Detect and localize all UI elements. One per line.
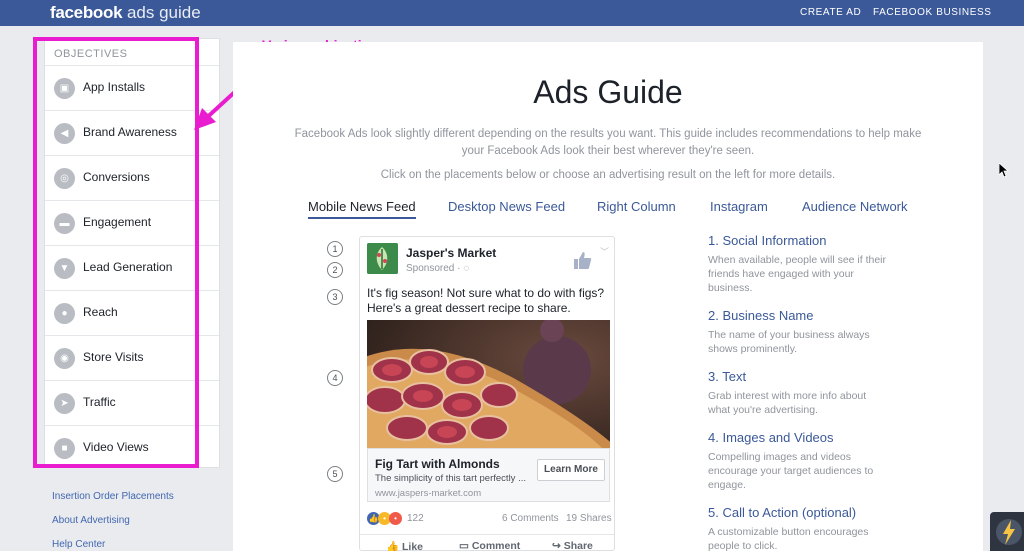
help-center-link[interactable]: Help Center [52, 539, 105, 550]
tab-right-column[interactable]: Right Column [597, 199, 676, 214]
fig-tart-image [367, 320, 610, 448]
marker-3[interactable]: 3 [327, 289, 343, 305]
feature-title[interactable]: 5. Call to Action (optional) [708, 505, 888, 520]
business-name[interactable]: Jasper's Market [406, 246, 496, 260]
marker-4[interactable]: 4 [327, 370, 343, 386]
logo-wordmark: facebook [50, 3, 123, 22]
page-avatar [367, 243, 398, 274]
ad-image [367, 320, 610, 448]
insertion-order-placements-link[interactable]: Insertion Order Placements [52, 491, 174, 502]
feature-social-information: 1. Social Information When available, pe… [708, 233, 888, 295]
globe-icon: ◌ [463, 263, 470, 274]
link-url: www.jaspers-market.com [375, 488, 482, 499]
feature-title[interactable]: 1. Social Information [708, 233, 888, 248]
sponsored-text: Sponsored · [406, 263, 464, 274]
tab-instagram[interactable]: Instagram [710, 199, 768, 214]
placement-hint: Click on the placements below or choose … [380, 169, 836, 181]
feature-title[interactable]: 3. Text [708, 369, 888, 384]
logo-subtitle: ads guide [122, 3, 201, 22]
main-panel: Ads Guide Facebook Ads look slightly dif… [233, 42, 983, 551]
link-description: The simplicity of this tart perfectly ..… [375, 473, 526, 484]
leaf-icon [367, 243, 398, 274]
sponsored-label: Sponsored · ◌ [406, 263, 469, 274]
link-preview[interactable]: Fig Tart with Almonds The simplicity of … [367, 448, 610, 502]
like-button[interactable]: 👍 Like [386, 540, 423, 551]
link-title: Fig Tart with Almonds [375, 457, 500, 471]
feature-description: A customizable button encourages people … [708, 526, 869, 551]
learn-more-button[interactable]: Learn More [537, 459, 605, 481]
about-advertising-link[interactable]: About Advertising [52, 515, 130, 526]
feature-description: When available, people will see if their… [708, 254, 887, 294]
helper-widget[interactable] [990, 512, 1024, 551]
mouse-pointer-icon [999, 163, 1009, 177]
share-button[interactable]: ↪ Share [552, 540, 593, 551]
feature-description: The name of your business always shows p… [708, 329, 870, 355]
tab-mobile-news-feed[interactable]: Mobile News Feed [308, 199, 416, 219]
page-title: Ads Guide [533, 74, 683, 110]
reaction-count[interactable]: 122 [407, 513, 424, 524]
create-ad-link[interactable]: CREATE AD [800, 7, 861, 18]
action-bar: 👍 Like ▭ Comment ↪ Share [360, 534, 614, 551]
feature-images-and-videos: 4. Images and Videos Compelling images a… [708, 430, 888, 492]
marker-5[interactable]: 5 [327, 466, 343, 482]
chevron-down-icon[interactable]: ﹀ [600, 245, 609, 258]
angry-reaction-icon: • [389, 512, 402, 525]
comment-label: Comment [471, 540, 521, 551]
comment-icon: ▭ [459, 540, 472, 551]
like-page-icon[interactable] [572, 250, 592, 270]
share-icon: ↪ [552, 540, 564, 551]
comments-count[interactable]: 6 Comments [502, 513, 559, 524]
feature-description: Grab interest with more info about what … [708, 390, 867, 416]
reactions-row: 👍 • • 122 6 Comments 19 Shares [367, 512, 612, 526]
intro-text: Facebook Ads look slightly different dep… [294, 128, 922, 157]
ad-text: It's fig season! Not sure what to do wit… [367, 286, 605, 315]
tab-desktop-news-feed[interactable]: Desktop News Feed [448, 199, 565, 214]
ad-preview-card: Jasper's Market Sponsored · ◌ ﹀ It's fig… [359, 236, 615, 551]
top-bar: facebook ads guide CREATE AD FACEBOOK BU… [0, 0, 1024, 26]
feature-title[interactable]: 4. Images and Videos [708, 430, 888, 445]
feature-business-name: 2. Business Name The name of your busine… [708, 308, 888, 356]
shares-count[interactable]: 19 Shares [566, 513, 612, 524]
feature-description: Compelling images and videos encourage y… [708, 451, 874, 491]
like-label: Like [402, 541, 424, 551]
comment-button[interactable]: ▭ Comment [459, 540, 520, 551]
marker-2[interactable]: 2 [327, 262, 343, 278]
feature-text: 3. Text Grab interest with more info abo… [708, 369, 888, 417]
lightning-bolt-icon [996, 519, 1022, 545]
tab-audience-network[interactable]: Audience Network [802, 199, 908, 214]
facebook-ads-guide-logo[interactable]: facebook ads guide [50, 3, 201, 23]
thumbs-up-icon: 👍 [386, 541, 402, 551]
feature-title[interactable]: 2. Business Name [708, 308, 888, 323]
share-label: Share [563, 540, 593, 551]
feature-call-to-action: 5. Call to Action (optional) A customiza… [708, 505, 888, 551]
objectives-highlight-box [33, 37, 199, 468]
facebook-business-link[interactable]: FACEBOOK BUSINESS [873, 7, 992, 18]
marker-1[interactable]: 1 [327, 241, 343, 257]
